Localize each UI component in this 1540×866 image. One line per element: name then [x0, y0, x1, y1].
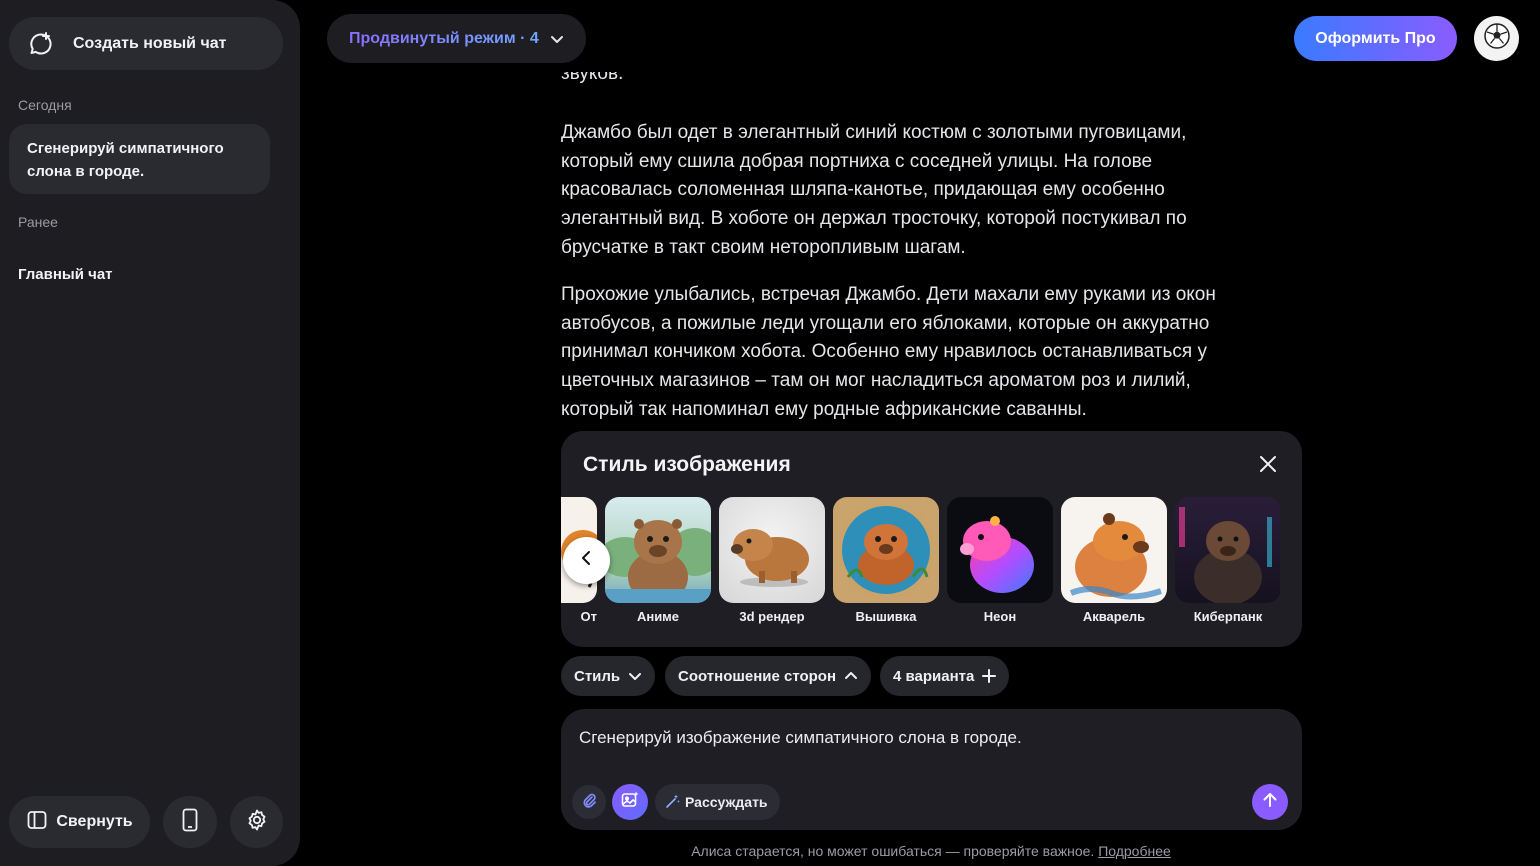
message-fragment: звуков. — [561, 72, 1251, 98]
variants-label: 4 варианта — [893, 667, 975, 685]
disclaimer: Алиса старается, но может ошибаться — пр… — [0, 843, 1540, 859]
new-chat-label: Создать новый чат — [73, 34, 227, 52]
prompt-input-box[interactable]: Сгенерируй изображение симпатичного слон… — [561, 709, 1302, 830]
image-generation-button[interactable] — [612, 784, 648, 820]
arrow-up-icon — [1261, 791, 1279, 814]
style-option-cyberpunk[interactable]: Киберпанк — [1175, 497, 1280, 624]
chevron-left-icon — [579, 550, 595, 571]
reasoning-toggle[interactable]: Рассуждать — [655, 784, 780, 820]
today-section-label: Сегодня — [18, 97, 72, 113]
mobile-app-button[interactable] — [163, 796, 217, 848]
style-option-anime[interactable]: Аниме — [605, 497, 711, 624]
earlier-section-label: Ранее — [18, 214, 58, 230]
style-label: Неон — [983, 609, 1017, 624]
settings-button[interactable] — [230, 796, 283, 848]
chevron-up-icon — [844, 669, 858, 683]
style-label: От — [580, 609, 597, 624]
message-top-text: звуков. — [561, 72, 624, 84]
image-style-panel: Стиль изображения От Аниме 3d рендер Выш… — [561, 431, 1302, 647]
chat-item-main[interactable]: Главный чат — [18, 266, 113, 283]
soccer-ball-icon — [1483, 23, 1510, 54]
message-paragraph: Прохожие улыбались, встречая Джамбо. Дет… — [561, 284, 1216, 420]
sidebar: Создать новый чат Сегодня Сгенерируй сим… — [0, 0, 300, 866]
message-paragraph: Джамбо был одет в элегантный синий костю… — [561, 122, 1187, 258]
gear-icon — [245, 808, 269, 837]
new-chat-icon — [27, 30, 55, 58]
style-thumbnail — [1175, 497, 1280, 603]
style-option-neon[interactable]: Неон — [947, 497, 1053, 624]
chevron-down-icon — [628, 669, 642, 683]
style-label: Акварель — [1082, 609, 1146, 624]
sidebar-panel-icon — [26, 809, 48, 836]
new-chat-button[interactable]: Создать новый чат — [9, 17, 283, 70]
close-icon — [1259, 455, 1277, 478]
style-option-watercolor[interactable]: Акварель — [1061, 497, 1167, 624]
style-thumbnail — [719, 497, 825, 603]
style-option-3d-render[interactable]: 3d рендер — [719, 497, 825, 624]
carousel-prev-button[interactable] — [563, 537, 610, 584]
plus-icon — [982, 669, 997, 683]
send-button[interactable] — [1252, 784, 1288, 820]
avatar[interactable] — [1474, 16, 1519, 61]
collapse-label: Свернуть — [56, 813, 133, 830]
chevron-down-icon — [549, 31, 565, 47]
sparkle-wand-icon — [665, 793, 681, 812]
style-thumbnail — [1061, 497, 1167, 603]
style-label: Киберпанк — [1193, 609, 1263, 624]
style-label: Аниме — [636, 609, 680, 624]
prompt-input[interactable]: Сгенерируй изображение симпатичного слон… — [579, 728, 1022, 748]
attach-button[interactable] — [572, 785, 606, 819]
style-thumbnail — [605, 497, 711, 603]
style-label: Вышивка — [855, 609, 917, 624]
style-thumbnail — [947, 497, 1053, 603]
style-carousel: От Аниме 3d рендер Вышивка Неон Акварель… — [561, 497, 1280, 637]
phone-icon — [180, 808, 200, 837]
image-sparkle-icon — [620, 790, 640, 815]
aspect-ratio-label: Соотношение сторон — [678, 667, 837, 685]
disclaimer-text: Алиса старается, но может ошибаться — пр… — [691, 843, 1095, 859]
variants-chip[interactable]: 4 варианта — [880, 656, 1010, 696]
mode-label: Продвинутый режим · 4 — [349, 29, 539, 47]
collapse-sidebar-button[interactable]: Свернуть — [9, 796, 150, 848]
close-style-panel-button[interactable] — [1253, 451, 1283, 481]
mode-selector[interactable]: Продвинутый режим · 4 — [327, 14, 586, 63]
subscribe-pro-button[interactable]: Оформить Про — [1294, 16, 1457, 61]
style-chip[interactable]: Стиль — [561, 656, 656, 696]
paperclip-icon — [581, 792, 597, 813]
aspect-ratio-chip[interactable]: Соотношение сторон — [665, 656, 872, 696]
style-panel-title: Стиль изображения — [583, 453, 791, 476]
style-option-embroidery[interactable]: Вышивка — [833, 497, 939, 624]
style-thumbnail — [833, 497, 939, 603]
chat-item-active[interactable]: Сгенерируй симпатичного слона в городе. — [9, 124, 270, 194]
style-label: 3d рендер — [739, 609, 805, 624]
reasoning-label: Рассуждать — [685, 794, 768, 810]
learn-more-link[interactable]: Подробнее — [1098, 843, 1171, 859]
style-chip-label: Стиль — [574, 667, 621, 685]
